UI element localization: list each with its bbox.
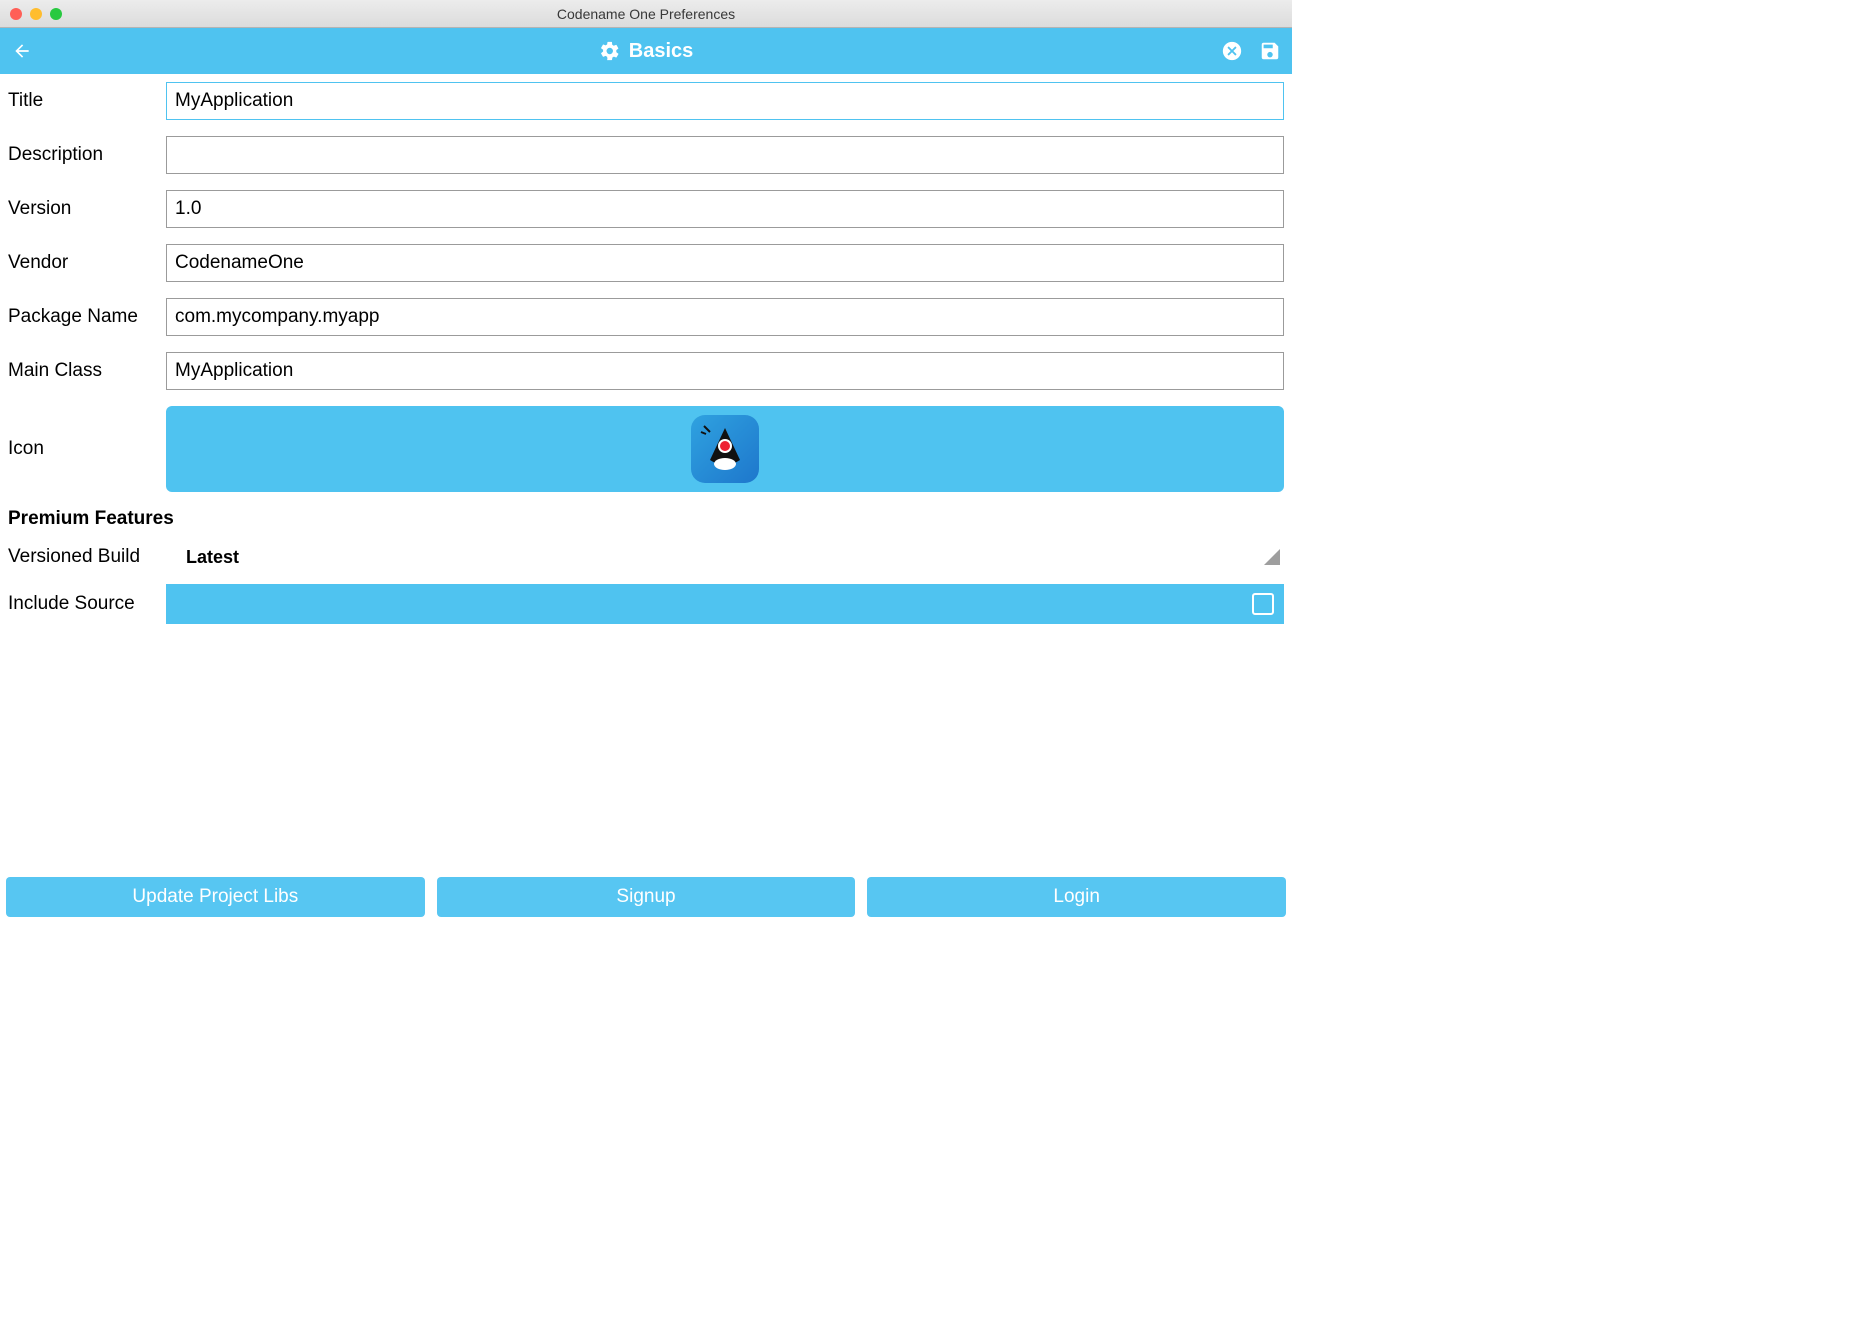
update-project-libs-button[interactable]: Update Project Libs — [6, 877, 425, 917]
footer: Update Project Libs Signup Login — [0, 871, 1292, 923]
basics-form: Title Description Version Vendor Package… — [0, 74, 1292, 624]
icon-label: Icon — [8, 438, 166, 460]
version-input[interactable] — [166, 190, 1284, 228]
versioned-build-label: Versioned Build — [8, 546, 166, 568]
versioned-build-row[interactable]: Versioned Build Latest — [8, 546, 1284, 568]
back-arrow-icon — [12, 41, 32, 61]
save-icon — [1259, 40, 1281, 62]
package-name-input[interactable] — [166, 298, 1284, 336]
save-button[interactable] — [1258, 39, 1282, 63]
icon-panel[interactable] — [166, 406, 1284, 492]
dropdown-triangle-icon — [1264, 549, 1280, 565]
header-title-group: Basics — [599, 40, 694, 63]
back-button[interactable] — [10, 39, 34, 63]
login-button[interactable]: Login — [867, 877, 1286, 917]
window-title: Codename One Preferences — [557, 6, 735, 22]
description-label: Description — [8, 144, 166, 166]
window-maximize-button[interactable] — [50, 8, 62, 20]
duke-mascot-icon — [700, 424, 750, 474]
header-title: Basics — [629, 40, 694, 63]
gear-icon — [599, 40, 621, 62]
app-header: Basics — [0, 28, 1292, 74]
vendor-label: Vendor — [8, 252, 166, 274]
include-source-label: Include Source — [8, 593, 166, 615]
cancel-button[interactable] — [1220, 39, 1244, 63]
package-name-label: Package Name — [8, 306, 166, 328]
main-class-input[interactable] — [166, 352, 1284, 390]
cancel-circle-icon — [1221, 40, 1243, 62]
window-titlebar: Codename One Preferences — [0, 0, 1292, 28]
include-source-checkbox[interactable] — [1252, 593, 1274, 615]
description-input[interactable] — [166, 136, 1284, 174]
premium-features-title: Premium Features — [8, 508, 1284, 530]
version-label: Version — [8, 198, 166, 220]
include-source-bar[interactable] — [166, 584, 1284, 624]
app-icon — [691, 415, 759, 483]
vendor-input[interactable] — [166, 244, 1284, 282]
main-class-label: Main Class — [8, 360, 166, 382]
versioned-build-value: Latest — [166, 547, 1264, 568]
signup-button[interactable]: Signup — [437, 877, 856, 917]
window-close-button[interactable] — [10, 8, 22, 20]
title-label: Title — [8, 90, 166, 112]
window-minimize-button[interactable] — [30, 8, 42, 20]
traffic-lights — [10, 8, 62, 20]
title-input[interactable] — [166, 82, 1284, 120]
